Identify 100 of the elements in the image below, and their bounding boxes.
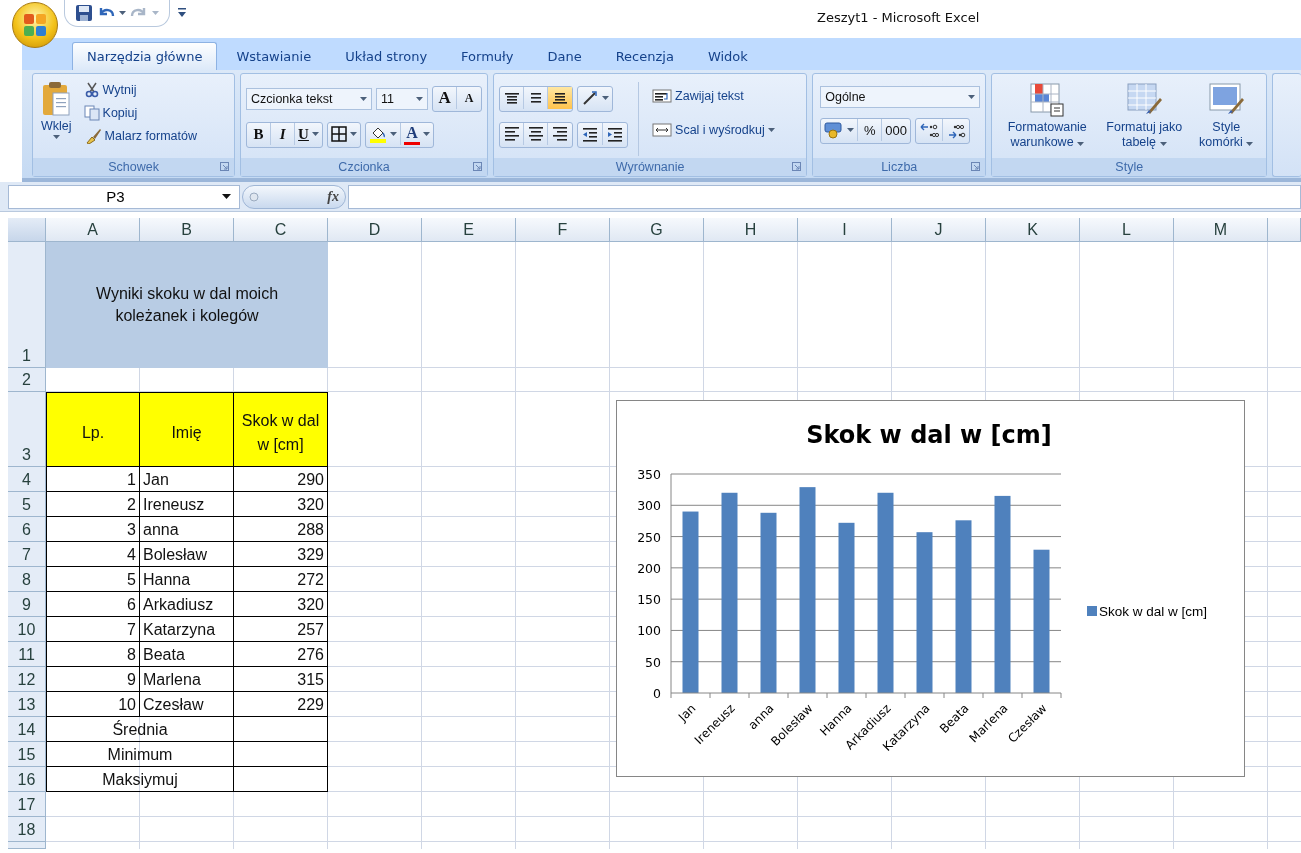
align-icon [553, 92, 568, 104]
row-header[interactable]: 17 [8, 792, 46, 817]
table-cell: 9 [46, 667, 140, 692]
column-header[interactable]: K [986, 218, 1080, 242]
office-button[interactable] [12, 2, 58, 48]
grip-icon [249, 191, 259, 202]
number-format-field[interactable]: Ogólne [820, 86, 981, 108]
row-header[interactable]: 1 [8, 242, 46, 368]
column-header[interactable]: F [516, 218, 610, 242]
table-cell: Hanna [140, 567, 234, 592]
caret-icon [416, 97, 424, 101]
customize-icon[interactable] [178, 8, 186, 18]
ribbon-tab[interactable]: Formuły [446, 42, 529, 70]
table-cell: Katarzyna [140, 617, 234, 642]
styles-button[interactable]: Formatuj jako tabelę [1099, 80, 1190, 158]
indent-icon [606, 125, 625, 143]
styles-button[interactable]: Formatowanie warunkowe [997, 80, 1098, 158]
axis-label: 200 [637, 560, 661, 576]
caret-icon [602, 96, 610, 100]
column-header[interactable]: J [892, 218, 986, 242]
table-cell: 276 [234, 642, 328, 667]
caret-icon [767, 128, 775, 132]
column-header[interactable]: H [704, 218, 798, 242]
ribbon-tab[interactable]: Recenzja [600, 42, 689, 70]
caret-icon [311, 132, 319, 136]
column-header[interactable]: G [610, 218, 704, 242]
caret-icon [349, 132, 357, 136]
column-header[interactable]: L [1080, 218, 1174, 242]
column-header[interactable]: D [328, 218, 422, 242]
row-header[interactable]: 18 [8, 817, 46, 842]
ribbon-button[interactable]: Kopiuj [80, 103, 200, 123]
font-size-field[interactable]: 11 [376, 88, 429, 110]
column-header[interactable]: C [234, 218, 328, 242]
header-cell: Imię [140, 392, 234, 467]
align-icon [528, 93, 543, 103]
row-header[interactable]: 2 [8, 368, 46, 392]
row-header[interactable]: 16 [8, 767, 46, 792]
column-header[interactable]: E [422, 218, 516, 242]
name-box[interactable]: P3 [8, 184, 240, 209]
align-icon [553, 127, 568, 141]
row-header[interactable]: 3 [8, 392, 46, 467]
shrink-font-button[interactable]: A [457, 87, 482, 109]
group-label: Czcionka [338, 160, 390, 174]
row-header[interactable]: 5 [8, 492, 46, 517]
table-cell: 320 [234, 592, 328, 617]
ribbon-tab[interactable]: Narzędzia główne [72, 42, 218, 70]
row-header[interactable]: 8 [8, 567, 46, 592]
group-label: Liczba [881, 160, 918, 174]
underline-button[interactable]: U [295, 123, 322, 145]
row-header[interactable]: 14 [8, 717, 46, 742]
column-header[interactable]: I [798, 218, 892, 242]
italic-button[interactable]: I [271, 123, 296, 145]
column-header[interactable]: B [140, 218, 234, 242]
ribbon-tab[interactable]: Układ strony [330, 42, 443, 70]
ribbon-button[interactable]: Wytnij [80, 80, 200, 100]
caret-icon [119, 11, 126, 15]
ribbon-button[interactable]: Zawijaj tekst [649, 86, 778, 106]
ribbon-button[interactable]: Malarz formatów [80, 126, 200, 146]
grow-font-button[interactable]: A [433, 87, 458, 109]
table-cell: 5 [46, 567, 140, 592]
row-header[interactable]: 9 [8, 592, 46, 617]
align-button[interactable] [548, 87, 573, 109]
ribbon-tab[interactable]: Dane [532, 42, 597, 70]
paste-button[interactable]: Wklej [38, 80, 75, 158]
axis-label: 50 [645, 654, 661, 670]
percent-button[interactable]: % [858, 119, 883, 141]
merge-icon [652, 122, 673, 138]
formula-field[interactable] [348, 184, 1301, 209]
row-header[interactable]: 6 [8, 517, 46, 542]
caret-icon [1077, 142, 1085, 146]
ribbon-tab[interactable]: Widok [692, 42, 763, 70]
currency-button[interactable] [821, 119, 859, 141]
row-header[interactable]: 15 [8, 742, 46, 767]
row-header[interactable]: 12 [8, 667, 46, 692]
save-icon[interactable] [75, 4, 93, 22]
decimal-icon [918, 121, 939, 139]
slanted-text-icon [581, 89, 600, 107]
row-header[interactable]: 11 [8, 642, 46, 667]
axis-label: 250 [637, 529, 661, 545]
table-cell: 315 [234, 667, 328, 692]
column-header[interactable]: M [1174, 218, 1268, 242]
ribbon-tab[interactable]: Wstawianie [221, 42, 327, 70]
bold-button[interactable]: B [247, 123, 272, 145]
thousands-button[interactable]: 000 [882, 119, 910, 141]
row-header[interactable]: 7 [8, 542, 46, 567]
insert-function-button[interactable]: fx [242, 184, 346, 209]
column-header[interactable]: A [46, 218, 140, 242]
merged-cell: Wyniki skoku w dal moich koleżanek i kolegów [46, 242, 328, 368]
font-name-field[interactable]: Czcionka tekst [246, 88, 373, 110]
axis-label: 300 [637, 498, 661, 514]
table-cell: Ireneusz [140, 492, 234, 517]
row-header[interactable]: 4 [8, 467, 46, 492]
styles-button[interactable]: Style komórki [1191, 80, 1262, 158]
caret-icon [1159, 142, 1167, 146]
table-cell: 10 [46, 692, 140, 717]
table-cell: Średnia [46, 717, 234, 742]
ribbon-button[interactable]: Scal i wyśrodkuj [649, 120, 778, 140]
clipboard-icon [41, 81, 72, 117]
row-header[interactable]: 10 [8, 617, 46, 642]
row-header[interactable]: 13 [8, 692, 46, 717]
